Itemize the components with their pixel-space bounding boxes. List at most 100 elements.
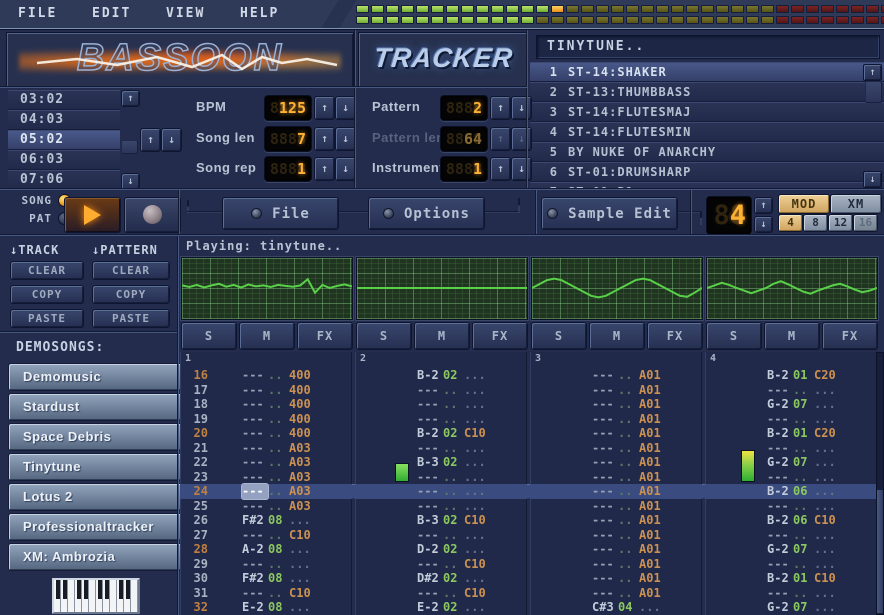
piano-keyboard-icon[interactable] — [52, 578, 140, 614]
pattern-row[interactable]: ---..... — [355, 499, 527, 514]
pattern-row[interactable]: D#202... — [355, 571, 527, 586]
effect-cell[interactable]: A01 — [639, 470, 669, 485]
mode-button-xm[interactable]: XM — [830, 194, 882, 214]
note-cell[interactable]: G-2 — [767, 455, 793, 470]
note-cell[interactable]: --- — [417, 484, 443, 499]
channel-2-s-button[interactable]: S — [356, 322, 412, 350]
instrument-cell[interactable]: .. — [443, 397, 464, 412]
sample-row[interactable]: 5BY NUKE OF ANARCHY — [530, 142, 884, 162]
demosong-button[interactable]: Professionaltracker — [8, 513, 186, 541]
note-cell[interactable]: --- — [592, 571, 618, 586]
demosong-button[interactable]: Stardust — [8, 393, 186, 421]
pattern-row[interactable]: 28A-208... — [180, 542, 352, 557]
note-cell[interactable]: --- — [417, 499, 443, 514]
pattern-row[interactable]: 30F#208... — [180, 571, 352, 586]
note-cell[interactable]: --- — [242, 383, 268, 398]
menu-item-file[interactable]: FILE — [18, 6, 57, 21]
effect-cell[interactable]: C10 — [464, 513, 494, 528]
file-button[interactable]: File — [222, 197, 339, 230]
effect-cell[interactable]: A03 — [289, 499, 319, 514]
instrument-cell[interactable]: 07 — [793, 397, 814, 412]
sample-scroll-up-icon[interactable]: ↑ — [863, 64, 882, 81]
instrument-cell[interactable]: 08 — [268, 513, 289, 528]
pattern-row[interactable]: ---..A01 — [530, 455, 702, 470]
pattern-row[interactable]: ---..A01 — [530, 470, 702, 485]
effect-cell[interactable]: C10 — [464, 426, 494, 441]
note-cell[interactable]: G-2 — [767, 542, 793, 557]
note-cell[interactable]: --- — [417, 441, 443, 456]
demosong-button[interactable]: Tinytune — [8, 453, 186, 481]
position-scroll-up-icon[interactable]: ↑ — [121, 90, 140, 107]
instrument-cell[interactable]: .. — [443, 499, 464, 514]
instrument-cell[interactable]: .. — [618, 441, 639, 456]
note-cell[interactable]: F#2 — [242, 513, 268, 528]
effect-cell[interactable]: ... — [289, 571, 319, 586]
effect-cell[interactable]: A01 — [639, 513, 669, 528]
note-cell[interactable]: B-3 — [417, 455, 443, 470]
effect-cell[interactable]: ... — [639, 600, 669, 615]
pattern-row[interactable]: ---..... — [705, 499, 877, 514]
song-len-up-button[interactable]: ↑ — [314, 127, 335, 151]
effect-cell[interactable]: 400 — [289, 412, 319, 427]
effect-cell[interactable]: ... — [814, 542, 844, 557]
effect-cell[interactable]: C10 — [814, 571, 844, 586]
effect-cell[interactable]: ... — [464, 571, 494, 586]
instrument-cell[interactable]: 02 — [443, 368, 464, 383]
note-cell[interactable]: --- — [242, 426, 268, 441]
instrument-cell[interactable]: .. — [618, 368, 639, 383]
instrument-cell[interactable]: .. — [268, 470, 289, 485]
pattern-row[interactable]: B-201C10 — [705, 571, 877, 586]
menu-item-help[interactable]: HELP — [240, 6, 279, 21]
note-cell[interactable]: --- — [242, 557, 268, 572]
effect-cell[interactable]: ... — [814, 528, 844, 543]
instrument-cell[interactable]: 01 — [793, 571, 814, 586]
instrument-cell[interactable]: .. — [443, 441, 464, 456]
sample-row[interactable]: 6ST-01:DRUMSHARP — [530, 162, 884, 182]
pattern-row[interactable]: ---..A01 — [530, 528, 702, 543]
instrument-cell[interactable]: .. — [268, 499, 289, 514]
instrument-cell[interactable]: 02 — [443, 513, 464, 528]
instrument-cell[interactable]: .. — [268, 441, 289, 456]
effect-cell[interactable]: ... — [289, 513, 319, 528]
track-paste-button[interactable]: PASTE — [10, 309, 84, 328]
pattern-row[interactable]: ---..... — [355, 383, 527, 398]
instrument-cell[interactable]: .. — [268, 484, 289, 499]
pattern-row[interactable]: C#304... — [530, 600, 702, 615]
instrument-cell[interactable]: .. — [793, 383, 814, 398]
pattern-row[interactable]: 22---..A03 — [180, 455, 352, 470]
pattern-row[interactable]: 32E-208... — [180, 600, 352, 615]
effect-cell[interactable]: ... — [464, 499, 494, 514]
instrument-cell[interactable]: .. — [268, 368, 289, 383]
note-cell[interactable]: --- — [242, 368, 268, 383]
sample-row[interactable]: 3ST-14:FLUTESMAJ — [530, 102, 884, 122]
instrument-cell[interactable]: .. — [618, 542, 639, 557]
instrument-cell[interactable]: .. — [618, 426, 639, 441]
instrument-cell[interactable]: 01 — [793, 426, 814, 441]
instrument-cell[interactable]: .. — [793, 412, 814, 427]
sample-scroll-thumb[interactable] — [865, 81, 882, 103]
pattern-row[interactable]: B-201C20 — [705, 368, 877, 383]
effect-cell[interactable]: C10 — [289, 528, 319, 543]
pattern-row[interactable]: B-302C10 — [355, 513, 527, 528]
instrument-cell[interactable]: .. — [443, 528, 464, 543]
effect-cell[interactable]: A01 — [639, 441, 669, 456]
bpm-up-button[interactable]: ↑ — [314, 96, 335, 120]
note-cell[interactable]: --- — [417, 397, 443, 412]
pattern-row[interactable]: B-206C10 — [705, 513, 877, 528]
instrument-cell[interactable]: 08 — [268, 571, 289, 586]
position-row[interactable]: 05:02 — [8, 130, 120, 150]
pattern-row[interactable]: ---..... — [705, 557, 877, 572]
instrument-cell[interactable]: .. — [618, 571, 639, 586]
pattern-scrollbar[interactable] — [876, 352, 884, 615]
effect-cell[interactable]: ... — [464, 455, 494, 470]
pattern-row[interactable]: 25---..A03 — [180, 499, 352, 514]
effect-cell[interactable]: ... — [814, 441, 844, 456]
note-cell[interactable]: G-2 — [767, 397, 793, 412]
instrument-cell[interactable]: .. — [268, 528, 289, 543]
pattern-row[interactable]: ---..... — [705, 586, 877, 601]
effect-cell[interactable]: C10 — [289, 586, 319, 601]
pattern-row[interactable]: ---..C10 — [355, 557, 527, 572]
instrument-cell[interactable]: .. — [268, 412, 289, 427]
note-cell[interactable]: B-3 — [417, 513, 443, 528]
note-cell[interactable]: B-2 — [767, 368, 793, 383]
